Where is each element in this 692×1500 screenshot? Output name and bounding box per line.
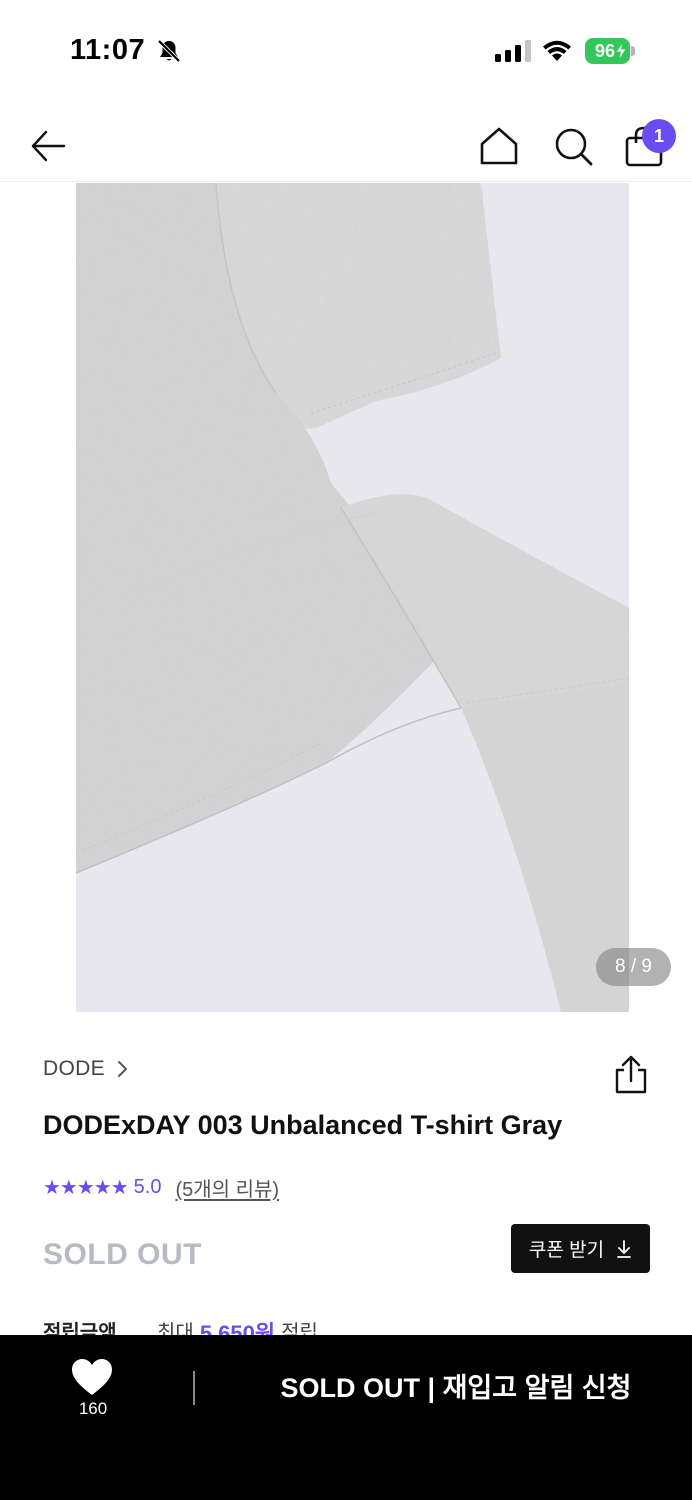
like-button[interactable]: 160 <box>60 1355 126 1425</box>
coupon-button[interactable]: 쿠폰 받기 <box>511 1224 650 1273</box>
product-title: DODExDAY 003 Unbalanced T-shirt Gray <box>43 1110 563 1140</box>
wifi-icon <box>543 40 571 61</box>
chevron-right-icon <box>117 1061 127 1077</box>
charging-bolt-icon <box>615 42 627 60</box>
price-status: SOLD OUT <box>43 1238 202 1271</box>
bar-divider <box>193 1371 195 1405</box>
rating-value: 5.0 <box>133 1175 162 1198</box>
coupon-button-label: 쿠폰 받기 <box>528 1240 605 1261</box>
back-arrow-icon[interactable] <box>28 126 68 166</box>
like-count: 160 <box>78 1399 108 1418</box>
heart-icon <box>72 1359 112 1395</box>
download-icon <box>617 1239 631 1258</box>
status-bar: 11:07 96 <box>0 0 692 100</box>
rating-stars-icon: ★★★★★ <box>43 1176 129 1199</box>
cart-count-badge: 1 <box>642 119 676 153</box>
reviews-link[interactable]: (5개의 리뷰) <box>175 1173 279 1202</box>
search-icon[interactable] <box>552 125 594 167</box>
product-image[interactable] <box>76 183 629 1012</box>
cellular-signal-icon <box>495 40 531 62</box>
status-time: 11:07 <box>70 34 146 66</box>
image-counter: 8 / 9 <box>596 948 671 986</box>
share-icon[interactable] <box>611 1054 651 1096</box>
bottom-action-bar: 160 SOLD OUT | 재입고 알림 신청 <box>0 1335 692 1500</box>
brand-link[interactable]: DODE <box>43 1055 131 1083</box>
tshirt-photo <box>76 183 629 1012</box>
home-icon[interactable] <box>478 125 520 167</box>
brand-name: DODE <box>43 1057 105 1080</box>
battery-charging-icon: 96 <box>585 38 635 64</box>
restock-alert-button[interactable]: SOLD OUT | 재입고 알림 신청 <box>250 1361 662 1415</box>
bell-muted-icon <box>157 39 181 63</box>
top-nav: 1 <box>0 100 692 182</box>
rating-row: ★★★★★ 5.0 (5개의 리뷰) <box>43 1173 279 1202</box>
